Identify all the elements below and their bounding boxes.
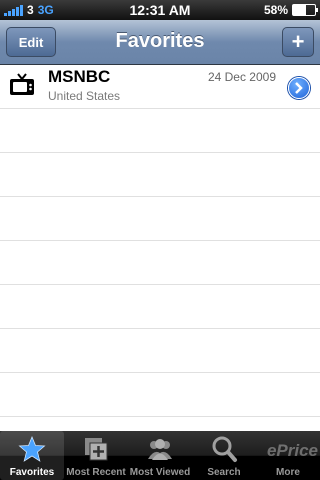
recent-icon [85,438,108,461]
empty-row [0,329,320,373]
people-icon [148,439,172,460]
empty-row [0,285,320,329]
empty-row [0,197,320,241]
tab-label: Most Recent [66,467,126,478]
tab-bar: Favorites Most Recent Most Viewed Search… [0,431,320,480]
tab-label: Search [207,467,241,478]
battery-icon [292,4,318,16]
watermark: ePrice [266,441,318,460]
empty-row [0,109,320,153]
favorite-date: 24 Dec 2009 [207,70,276,84]
status-bar: 3 3G 12:31 AM 58% [0,0,320,20]
battery-percent: 58% [263,3,288,17]
channel-name: MSNBC [48,67,111,86]
empty-row [0,153,320,197]
list-item[interactable]: MSNBC United States 24 Dec 2009 [0,65,320,109]
tab-most-viewed[interactable]: Most Viewed [128,431,192,480]
add-button[interactable]: + [282,27,314,57]
tv-icon [10,73,34,95]
tab-label: More [276,467,300,478]
tab-more[interactable]: ePrice More [256,431,320,480]
battery-area: 58% [263,3,318,17]
search-icon [212,436,237,462]
navigation-bar: Edit Favorites + [0,20,320,65]
tab-label: Most Viewed [129,467,191,478]
tab-most-recent[interactable]: Most Recent [64,431,128,480]
page-title: Favorites [115,30,205,52]
empty-row [0,241,320,285]
channel-region: United States [48,89,121,103]
empty-row [0,373,320,417]
battery-fill [293,5,306,15]
favorites-list: MSNBC United States 24 Dec 2009 [0,65,320,431]
detail-disclosure-icon[interactable] [288,77,310,99]
tab-label: Favorites [9,467,55,478]
star-icon [18,435,46,462]
tab-search[interactable]: Search [192,431,256,480]
tab-favorites[interactable]: Favorites [0,431,64,480]
